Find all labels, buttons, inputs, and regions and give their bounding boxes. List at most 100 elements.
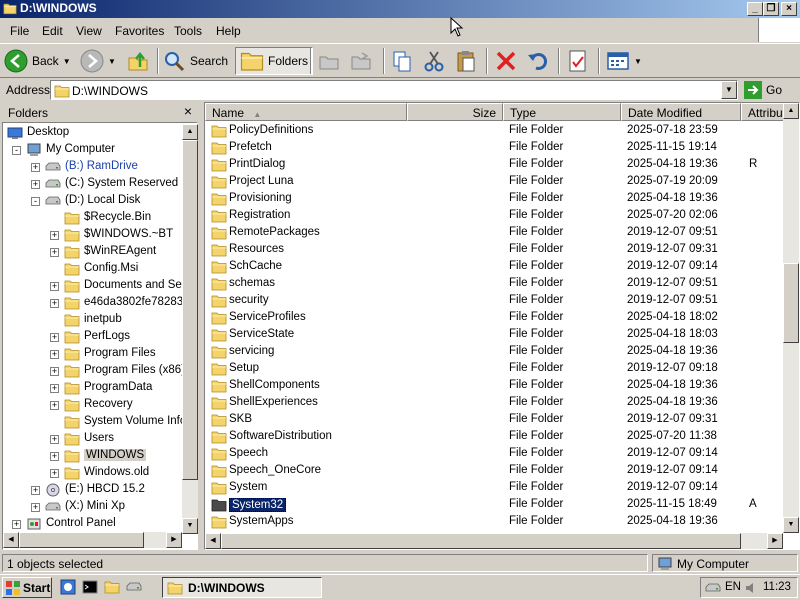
scroll-left-button[interactable]: ◀	[205, 533, 221, 549]
up-button[interactable]	[126, 47, 150, 75]
file-row[interactable]: Setup File Folder 2019-12-07 09:18	[205, 360, 785, 377]
file-row[interactable]: servicing File Folder 2025-04-18 19:36	[205, 343, 785, 360]
file-row[interactable]: ShellExperiences File Folder 2025-04-18 19…	[205, 394, 785, 411]
chevron-down-icon[interactable]: ▼	[634, 57, 642, 66]
file-list[interactable]: Name ▲ Size Type Date Modified Attribut …	[204, 102, 800, 550]
start-button[interactable]: Start	[2, 577, 52, 598]
tree-item[interactable]: + ProgramData	[3, 380, 193, 397]
copy-to-button[interactable]	[350, 47, 372, 75]
expand-icon[interactable]: +	[31, 180, 40, 189]
tree-item[interactable]: + (X:) Mini Xp	[3, 499, 193, 516]
tree-item[interactable]: + Program Files (x86)	[3, 363, 193, 380]
expand-icon[interactable]: +	[50, 248, 59, 257]
tree-item[interactable]: inetpub	[3, 312, 193, 329]
collapse-icon[interactable]: -	[31, 197, 40, 206]
clock[interactable]: 11:23	[763, 581, 791, 593]
close-button[interactable]: ×	[781, 2, 797, 16]
address-input[interactable]: D:\WINDOWS ▼	[50, 80, 738, 100]
chevron-down-icon[interactable]: ▼	[63, 57, 71, 66]
file-row[interactable]: PolicyDefinitions File Folder 2025-07-18 2…	[205, 122, 785, 139]
tree-item[interactable]: System Volume Inforr	[3, 414, 194, 431]
restore-button[interactable]: ❐	[763, 2, 779, 16]
menu-view[interactable]: View	[76, 24, 102, 38]
views-button[interactable]: ▼	[606, 47, 642, 75]
expand-icon[interactable]: +	[50, 350, 59, 359]
scroll-right-button[interactable]: ▶	[767, 533, 783, 549]
expand-icon[interactable]: +	[12, 520, 21, 529]
file-row[interactable]: Prefetch File Folder 2025-11-15 19:14	[205, 139, 785, 156]
expand-icon[interactable]: +	[50, 367, 59, 376]
tree-item[interactable]: - My Computer	[3, 142, 193, 159]
go-button[interactable]: Go	[744, 80, 782, 100]
explorer-quicklaunch-icon[interactable]	[60, 579, 76, 595]
tree-item[interactable]: - (D:) Local Disk	[3, 193, 193, 210]
expand-icon[interactable]: +	[50, 469, 59, 478]
tree-item[interactable]: + $WinREAgent	[3, 244, 193, 261]
file-row[interactable]: Provisioning File Folder 2025-04-18 19:36	[205, 190, 785, 207]
delete-button[interactable]	[494, 47, 518, 75]
scroll-down-button[interactable]: ▼	[182, 518, 198, 534]
file-row[interactable]: ServiceState File Folder 2025-04-18 18:03	[205, 326, 785, 343]
tree-item[interactable]: + Control Panel	[3, 516, 193, 533]
scroll-thumb[interactable]	[783, 263, 799, 343]
cut-button[interactable]	[422, 47, 446, 75]
copy-button[interactable]	[390, 47, 414, 75]
file-row[interactable]: SKB File Folder 2019-12-07 09:31	[205, 411, 785, 428]
file-row[interactable]: RemotePackages File Folder 2019-12-07 09:5…	[205, 224, 785, 241]
expand-icon[interactable]: +	[31, 503, 40, 512]
search-button[interactable]: Search	[162, 47, 228, 75]
file-row[interactable]: Project Luna File Folder 2025-07-19 20:09	[205, 173, 785, 190]
menu-file[interactable]: File	[10, 24, 29, 38]
tree-item[interactable]: + WINDOWS	[3, 448, 193, 465]
file-row[interactable]: SystemApps File Folder 2025-04-18 19:36	[205, 513, 785, 530]
scroll-thumb[interactable]	[221, 533, 741, 549]
command-prompt-icon[interactable]	[82, 579, 98, 595]
expand-icon[interactable]: +	[50, 452, 59, 461]
expand-icon[interactable]: +	[50, 333, 59, 342]
file-row[interactable]: Resources File Folder 2019-12-07 09:31	[205, 241, 785, 258]
collapse-icon[interactable]: -	[12, 146, 21, 155]
tree-item[interactable]: Config.Msi	[3, 261, 193, 278]
scroll-up-button[interactable]: ▲	[783, 103, 799, 119]
tree-item[interactable]: + $WINDOWS.~BT	[3, 227, 193, 244]
file-row[interactable]: SoftwareDistribution File Folder 2025-07-2…	[205, 428, 785, 445]
scroll-left-button[interactable]: ◀	[3, 532, 19, 548]
expand-icon[interactable]: +	[50, 231, 59, 240]
expand-icon[interactable]: +	[31, 163, 40, 172]
tree-item[interactable]: Desktop	[3, 125, 193, 142]
tree-item[interactable]: + (B:) RamDrive	[3, 159, 193, 176]
expand-icon[interactable]: +	[50, 282, 59, 291]
scroll-thumb[interactable]	[19, 532, 144, 548]
file-row[interactable]: ShellComponents File Folder 2025-04-18 19:…	[205, 377, 785, 394]
scroll-right-button[interactable]: ▶	[166, 532, 182, 548]
folder-tree[interactable]: Desktop - My Computer + (B:) RamDrive + (C:) S…	[2, 122, 198, 550]
taskbar-window-button[interactable]: D:\WINDOWS	[162, 577, 322, 598]
file-row[interactable]: ServiceProfiles File Folder 2025-04-18 18:…	[205, 309, 785, 326]
address-dropdown-button[interactable]: ▼	[721, 81, 737, 99]
expand-icon[interactable]: +	[31, 486, 40, 495]
column-type[interactable]: Type	[503, 103, 621, 121]
folder-quicklaunch-icon[interactable]	[104, 579, 120, 595]
file-row[interactable]: schemas File Folder 2019-12-07 09:51	[205, 275, 785, 292]
network-drive-icon[interactable]	[705, 581, 721, 595]
scroll-thumb[interactable]	[182, 140, 198, 480]
file-row[interactable]: System File Folder 2019-12-07 09:14	[205, 479, 785, 496]
move-to-button[interactable]	[318, 47, 340, 75]
tree-item[interactable]: + Recovery	[3, 397, 193, 414]
tree-item[interactable]: + e46da3802fe782836	[3, 295, 193, 312]
list-vertical-scrollbar[interactable]: ▲ ▼	[783, 103, 799, 533]
expand-icon[interactable]: +	[50, 384, 59, 393]
tree-horizontal-scrollbar[interactable]: ◀ ▶	[3, 532, 182, 548]
title-bar[interactable]: D:\WINDOWS _ ❐ ×	[0, 0, 800, 18]
tree-item[interactable]: + (C:) System Reserved	[3, 176, 193, 193]
speaker-icon[interactable]	[745, 582, 757, 594]
tree-item[interactable]: $Recycle.Bin	[3, 210, 193, 227]
menu-favorites[interactable]: Favorites	[115, 24, 164, 38]
close-icon[interactable]: ×	[184, 103, 192, 119]
tree-item[interactable]: + Documents and Setti	[3, 278, 193, 295]
expand-icon[interactable]: +	[50, 401, 59, 410]
tree-vertical-scrollbar[interactable]: ▲ ▼	[182, 124, 198, 534]
scroll-down-button[interactable]: ▼	[783, 517, 799, 533]
back-button[interactable]: Back ▼	[4, 47, 71, 75]
tree-item[interactable]: + PerfLogs	[3, 329, 193, 346]
